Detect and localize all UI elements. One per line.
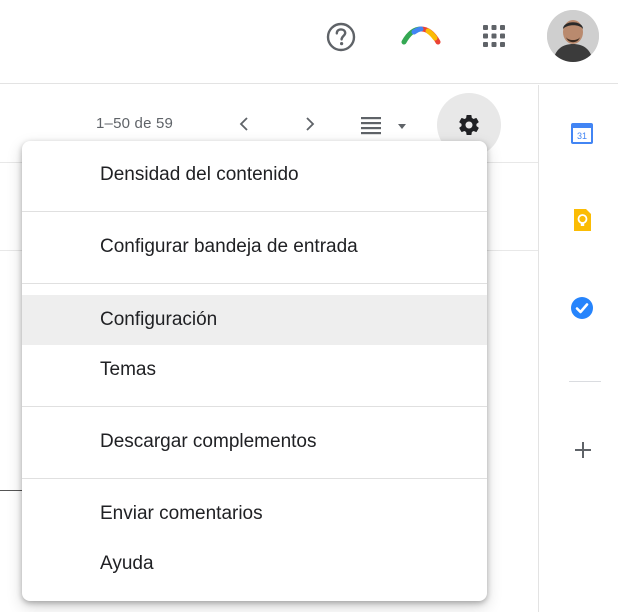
top-header	[0, 0, 618, 84]
calendar-badge: 31	[577, 131, 587, 141]
list-view-icon	[361, 117, 406, 135]
apps-grid-icon[interactable]	[481, 23, 507, 49]
menu-item-configure-inbox[interactable]: Configurar bandeja de entrada	[22, 222, 487, 272]
menu-item-themes[interactable]: Temas	[22, 345, 487, 395]
add-icon[interactable]	[573, 440, 593, 460]
view-options-button[interactable]	[358, 111, 414, 139]
menu-divider	[22, 211, 487, 212]
settings-menu: Densidad del contenido Configurar bandej…	[22, 141, 487, 601]
tasks-icon[interactable]	[570, 296, 594, 320]
prev-page-button[interactable]	[230, 109, 258, 139]
workspace-logo-icon[interactable]	[401, 24, 441, 46]
menu-item-send-feedback[interactable]: Enviar comentarios	[22, 489, 487, 539]
keep-icon[interactable]	[570, 208, 594, 232]
menu-item-content-density[interactable]: Densidad del contenido	[22, 150, 487, 200]
calendar-icon[interactable]: 31	[570, 121, 594, 145]
chevron-right-icon	[306, 117, 315, 131]
menu-item-settings[interactable]: Configuración	[22, 295, 487, 345]
pagination-count: 1–50 de 59	[96, 115, 174, 132]
side-panel-divider	[569, 381, 601, 382]
side-panel: 31	[538, 85, 618, 612]
menu-divider	[22, 283, 487, 284]
avatar[interactable]	[547, 10, 599, 62]
menu-item-help[interactable]: Ayuda	[22, 539, 487, 589]
next-page-button[interactable]	[296, 109, 324, 139]
menu-divider	[22, 406, 487, 407]
menu-item-get-addons[interactable]: Descargar complementos	[22, 417, 487, 467]
help-icon[interactable]	[324, 20, 358, 54]
gear-icon	[459, 115, 479, 136]
menu-divider	[22, 478, 487, 479]
chevron-left-icon	[239, 117, 248, 131]
